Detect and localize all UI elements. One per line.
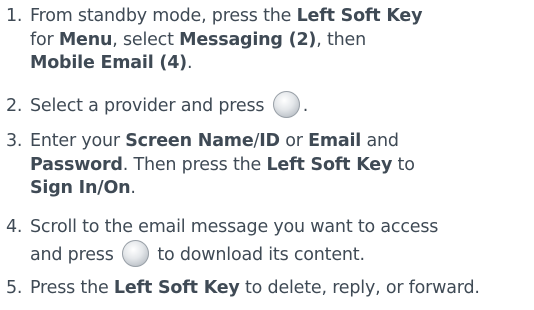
step-3: 3. Enter your Screen Name/ID or Email and… <box>6 130 415 201</box>
step-number: 5. <box>6 278 23 298</box>
step-text: to delete, reply, or forward. <box>239 278 480 298</box>
step-line: for Menu, select Messaging (2), then <box>6 29 422 53</box>
step-text: and <box>361 131 399 151</box>
step-text: . Then press the <box>122 154 267 175</box>
step-text: or <box>279 131 309 151</box>
step-number: 4. <box>6 217 23 237</box>
step-line: Password. Then press the Left Soft Key t… <box>6 154 415 178</box>
step-text: to download its content. <box>151 244 365 265</box>
step-number: 2. <box>6 96 23 116</box>
step-number: 1. <box>6 6 23 26</box>
menu-name: Menu <box>58 29 113 50</box>
step-text: . <box>302 96 309 116</box>
navigation-key-icon <box>272 91 300 118</box>
step-text: for <box>30 29 59 50</box>
step-2: 2. Select a provider and press . <box>6 91 308 119</box>
key-name: Left Soft Key <box>296 6 423 26</box>
step-text: . <box>130 178 136 198</box>
step-5: 5. Press the Left Soft Key to delete, rep… <box>6 277 480 301</box>
step-text: to <box>392 154 415 175</box>
step-4: 4. Scroll to the email message you want t… <box>6 216 438 267</box>
field-name: Email <box>308 131 362 151</box>
field-name: ID <box>259 131 280 151</box>
step-text: . <box>186 53 193 73</box>
step-text: Press the <box>30 278 114 298</box>
step-1: 1. From standby mode, press the Left Soft… <box>6 5 423 76</box>
key-name: Left Soft Key <box>113 278 240 298</box>
step-number: 3. <box>6 131 23 151</box>
key-name: Left Soft Key <box>266 154 393 175</box>
step-text: Scroll to the email message you want to … <box>30 217 439 237</box>
step-text: , select <box>112 29 180 50</box>
step-text: From standby mode, press the <box>30 6 297 26</box>
step-line: Sign In/On. <box>6 177 415 201</box>
action-name: Sign In/On <box>30 178 131 198</box>
menu-name: Messaging (2) <box>179 29 317 50</box>
step-text: , then <box>316 29 366 50</box>
field-name: Password <box>30 154 123 175</box>
step-line: and press to download its content. <box>6 239 438 268</box>
step-text: and press <box>30 244 119 265</box>
menu-name: Mobile Email (4) <box>30 53 187 73</box>
field-name: Screen Name <box>125 131 254 151</box>
navigation-key-icon <box>121 239 149 267</box>
step-text: Select a provider and press <box>30 96 270 116</box>
step-line: Mobile Email (4). <box>6 52 422 76</box>
step-text: Enter your <box>30 131 126 151</box>
